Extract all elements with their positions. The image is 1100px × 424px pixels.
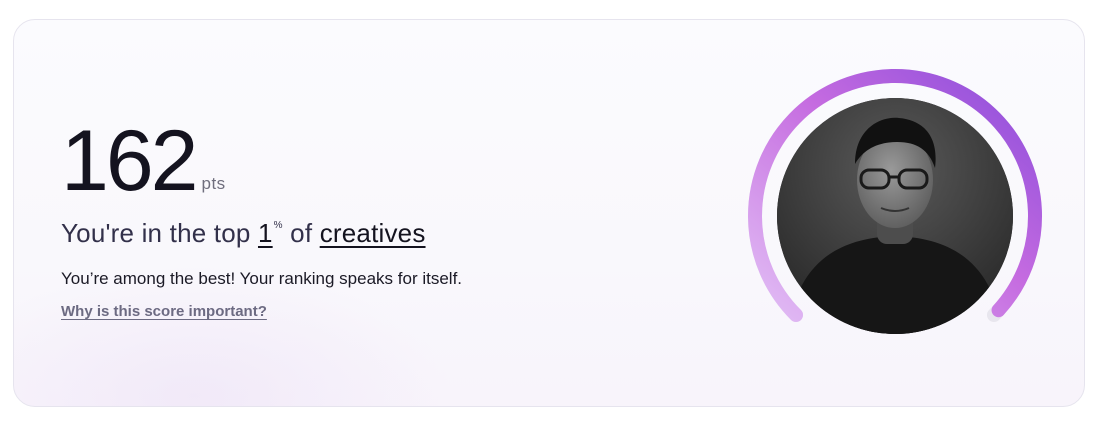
rank-category-link[interactable]: creatives: [320, 218, 426, 248]
score-display: 162 pts: [61, 110, 681, 209]
profile-photo-icon: [777, 98, 1013, 334]
score-progress-ring: [747, 68, 1043, 364]
rank-percent-symbol: %: [273, 220, 283, 231]
score-value: 162: [61, 113, 198, 209]
rank-statement: You're in the top 1% of creatives: [61, 218, 681, 249]
score-card: 162 pts You're in the top 1% of creative…: [13, 19, 1085, 407]
avatar: [777, 98, 1013, 334]
rank-prefix: You're in the top: [61, 218, 258, 248]
score-description: You’re among the best! Your ranking spea…: [61, 269, 463, 288]
rank-of-text: of: [282, 218, 320, 248]
score-unit: pts: [201, 174, 226, 193]
rank-percent-link[interactable]: 1: [258, 218, 273, 248]
rank-percent-value: 1: [257, 218, 273, 248]
why-score-important-link[interactable]: Why is this score important?: [61, 303, 267, 320]
score-summary: 162 pts You're in the top 1% of creative…: [61, 110, 681, 321]
